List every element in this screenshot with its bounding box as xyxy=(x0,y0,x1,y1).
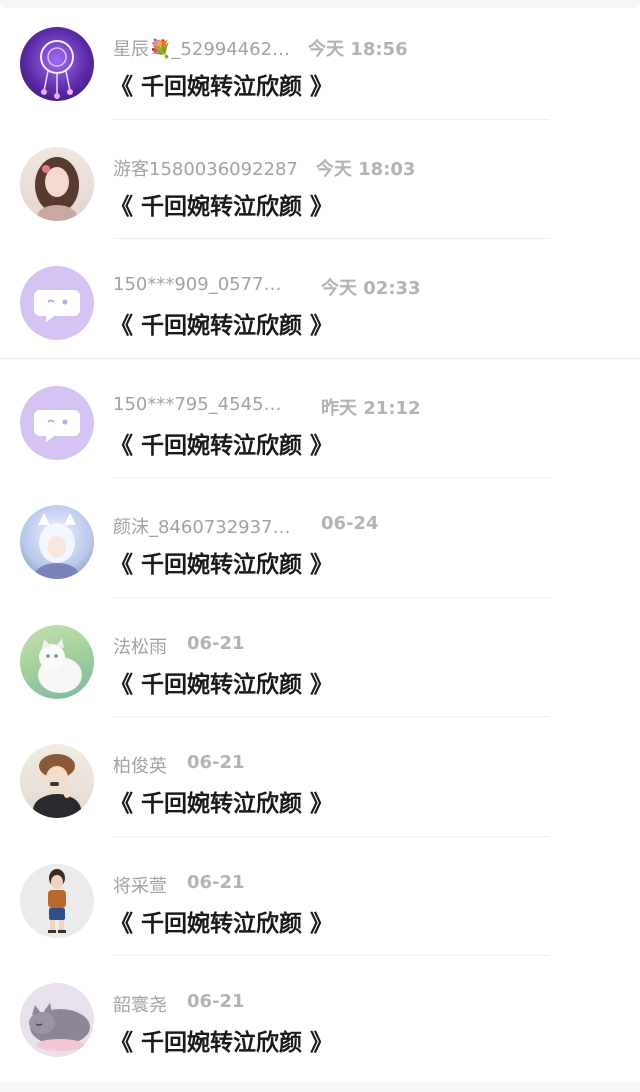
message-time: 今天 18:56 xyxy=(308,39,408,60)
sender-name[interactable]: 150***795_4545… xyxy=(113,394,291,420)
list-item[interactable]: 韶寰尧 06-21 《 千回婉转泣欣颜 》 xyxy=(0,956,640,1076)
sender-meta: 法松雨 06-21 xyxy=(113,633,245,659)
sender-name[interactable]: 游客1580036092287 xyxy=(113,155,298,181)
message-time: 06-21 xyxy=(187,991,245,1012)
3d-figure-avatar[interactable] xyxy=(20,863,94,938)
chat-bubble-avatar[interactable] xyxy=(20,266,94,340)
sender-meta: 150***795_4545… 昨天 21:12 xyxy=(113,394,421,420)
message-time: 06-21 xyxy=(187,871,245,893)
sender-meta: 星辰💐_52994462… 今天 18:56 xyxy=(113,35,408,61)
sender-name[interactable]: 星辰💐_52994462… xyxy=(113,35,290,61)
sender-meta: 150***909_0577… 今天 02:33 xyxy=(113,274,421,300)
anime-avatar[interactable] xyxy=(20,505,94,579)
message-text: 《 千回婉转泣欣颜 》 xyxy=(110,74,334,100)
message-time: 06-24 xyxy=(321,513,379,534)
sender-meta: 韶寰尧 06-21 xyxy=(113,991,245,1017)
list-item[interactable]: 将采萱 06-21 《 千回婉转泣欣颜 》 xyxy=(0,837,640,956)
sleeping-cat-avatar[interactable] xyxy=(20,983,94,1057)
message-text: 《 千回婉转泣欣颜 》 xyxy=(110,1030,334,1056)
list-item[interactable]: 柏俊英 06-21 《 千回婉转泣欣颜 》 xyxy=(0,717,640,837)
sender-name[interactable]: 柏俊英 xyxy=(113,752,167,778)
list-item[interactable]: 150***795_4545… 昨天 21:12 《 千回婉转泣欣颜 》 xyxy=(0,359,640,478)
sender-meta: 游客1580036092287 今天 18:03 xyxy=(113,155,415,181)
message-text: 《 千回婉转泣欣颜 》 xyxy=(110,910,334,937)
chat-bubble-icon xyxy=(34,409,80,442)
sender-meta: 柏俊英 06-21 xyxy=(113,752,245,778)
message-time: 06-21 xyxy=(187,632,245,654)
sender-name[interactable]: 法松雨 xyxy=(113,633,167,659)
message-text: 《 千回婉转泣欣颜 》 xyxy=(110,791,334,817)
person-hat-avatar[interactable] xyxy=(20,744,94,818)
message-text: 《 千回婉转泣欣颜 》 xyxy=(110,552,334,578)
sender-meta: 颜沫_8460732937… 06-24 xyxy=(113,513,379,539)
message-text: 《 千回婉转泣欣颜 》 xyxy=(110,193,334,220)
sender-name[interactable]: 将采萱 xyxy=(113,872,167,898)
message-time: 06-21 xyxy=(187,752,245,773)
message-time: 今天 02:33 xyxy=(321,278,421,299)
chat-bubble-icon xyxy=(34,290,80,322)
message-text: 《 千回婉转泣欣颜 》 xyxy=(110,432,334,459)
bottom-panel-edge xyxy=(0,1082,640,1092)
sender-name[interactable]: 韶寰尧 xyxy=(113,991,167,1017)
message-time: 昨天 21:12 xyxy=(321,397,421,419)
chat-bubble-avatar[interactable] xyxy=(20,385,94,460)
message-text: 《 千回婉转泣欣颜 》 xyxy=(110,313,334,339)
list-item[interactable]: 150***909_0577… 今天 02:33 《 千回婉转泣欣颜 》 xyxy=(0,239,640,359)
sender-name[interactable]: 颜沫_8460732937… xyxy=(113,513,298,539)
girl-portrait-avatar[interactable] xyxy=(20,146,94,221)
list-item[interactable]: 星辰💐_52994462… 今天 18:56 《 千回婉转泣欣颜 》 xyxy=(0,0,640,120)
list-item[interactable]: 法松雨 06-21 《 千回婉转泣欣颜 》 xyxy=(0,598,640,717)
sender-meta: 将采萱 06-21 xyxy=(113,872,245,898)
message-time: 今天 18:03 xyxy=(315,158,416,180)
white-cat-avatar[interactable] xyxy=(20,624,94,699)
message-list[interactable]: 星辰💐_52994462… 今天 18:56 《 千回婉转泣欣颜 》 游客158… xyxy=(0,0,640,1076)
dreamcatcher-avatar[interactable] xyxy=(20,27,94,101)
message-text: 《 千回婉转泣欣颜 》 xyxy=(110,671,334,698)
list-item[interactable]: 颜沫_8460732937… 06-24 《 千回婉转泣欣颜 》 xyxy=(0,478,640,598)
list-item[interactable]: 游客1580036092287 今天 18:03 《 千回婉转泣欣颜 》 xyxy=(0,120,640,239)
sender-name[interactable]: 150***909_0577… xyxy=(113,274,291,300)
